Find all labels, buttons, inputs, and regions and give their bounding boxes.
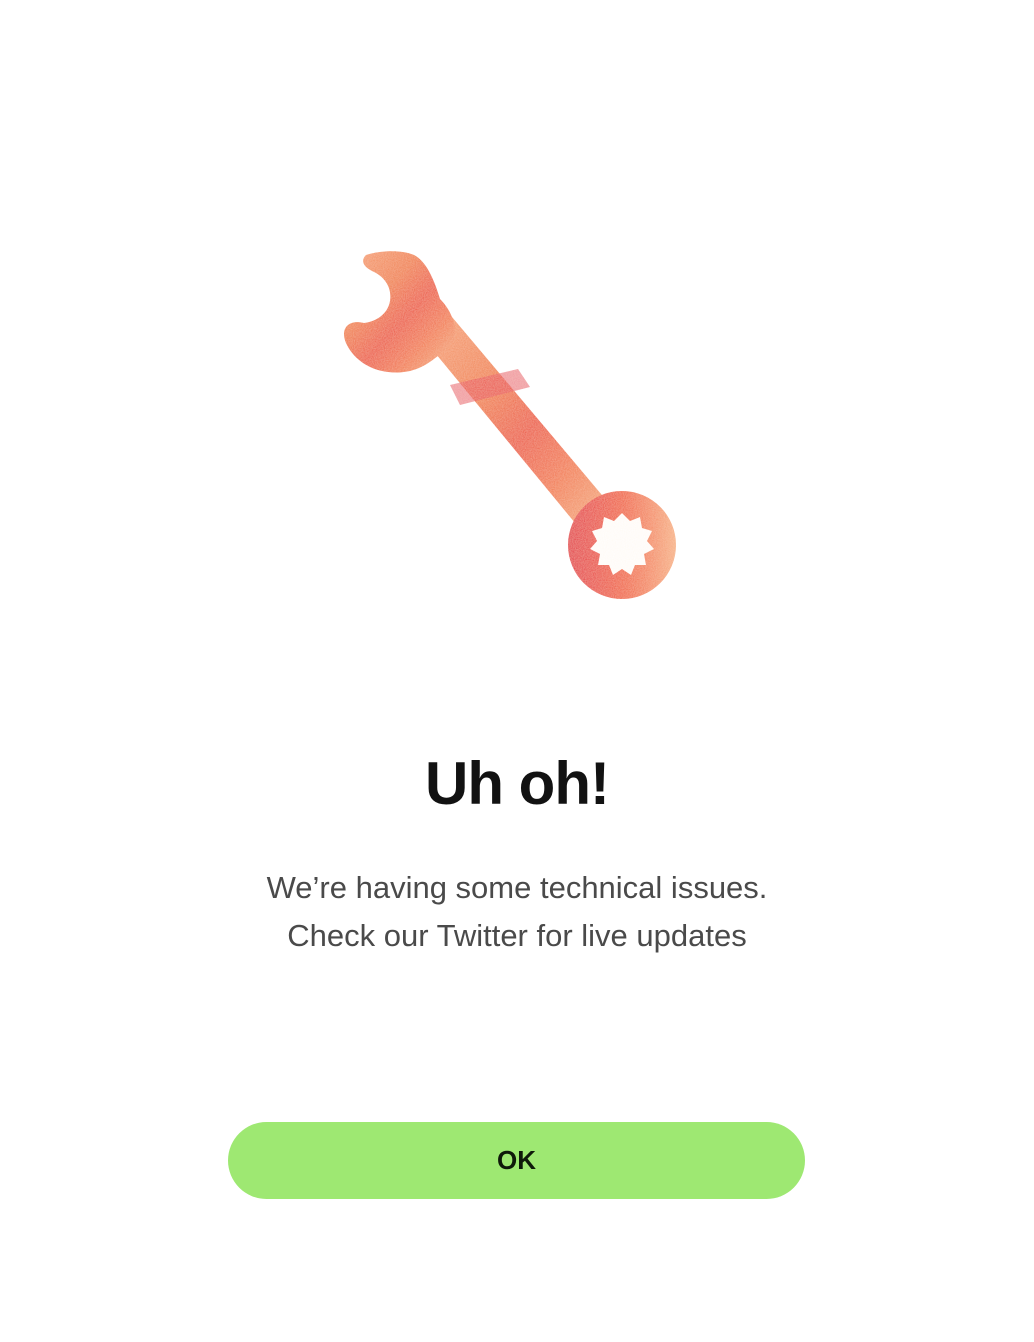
wrench-icon	[330, 245, 690, 620]
dialog-message: We’re having some technical issues. Chec…	[266, 870, 768, 953]
dialog-title: Uh oh!	[425, 750, 610, 817]
error-screen: Uh oh! We’re having some technical issue…	[0, 0, 1034, 1342]
ok-button[interactable]: OK	[228, 1122, 805, 1199]
